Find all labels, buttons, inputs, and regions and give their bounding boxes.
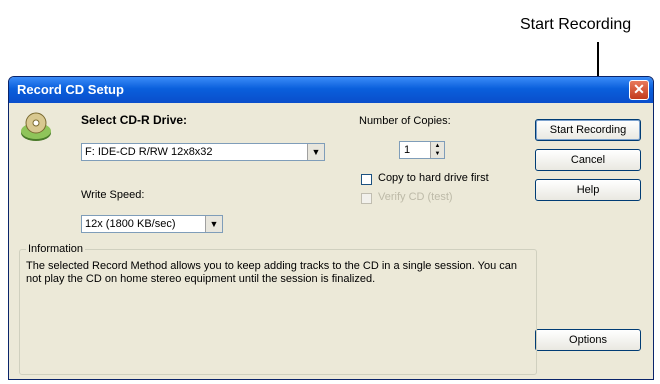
- close-button[interactable]: ✕: [629, 80, 649, 100]
- options-button[interactable]: Options: [535, 329, 641, 351]
- chevron-down-icon[interactable]: ▼: [205, 216, 222, 232]
- copies-value: 1: [404, 144, 411, 156]
- information-group: Information The selected Record Method a…: [19, 243, 537, 375]
- record-cd-setup-dialog: Record CD Setup ✕ Select CD-R Drive: F: …: [8, 76, 654, 380]
- verify-checkbox: [361, 193, 372, 204]
- chevron-down-icon[interactable]: ▼: [431, 150, 444, 158]
- verify-label: Verify CD (test): [378, 191, 453, 203]
- drive-label: Select CD-R Drive:: [81, 113, 188, 127]
- help-button[interactable]: Help: [535, 179, 641, 201]
- cd-drive-icon: [21, 112, 51, 141]
- chevron-down-icon[interactable]: ▼: [307, 144, 324, 160]
- copies-label: Number of Copies:: [359, 115, 451, 127]
- speed-select[interactable]: 12x (1800 KB/sec) ▼: [81, 215, 223, 233]
- copy-to-hard-drive-checkbox[interactable]: [361, 174, 372, 185]
- drive-select-value: F: IDE-CD R/RW 12x8x32: [85, 146, 213, 158]
- title-bar[interactable]: Record CD Setup ✕: [9, 77, 653, 103]
- information-title: Information: [26, 243, 86, 255]
- speed-select-value: 12x (1800 KB/sec): [85, 218, 176, 230]
- cancel-button[interactable]: Cancel: [535, 149, 641, 171]
- speed-label: Write Speed:: [81, 189, 145, 201]
- chevron-up-icon[interactable]: ▲: [431, 142, 444, 150]
- copies-stepper[interactable]: 1 ▲ ▼: [399, 141, 445, 159]
- stepper-buttons[interactable]: ▲ ▼: [430, 142, 444, 158]
- drive-select[interactable]: F: IDE-CD R/RW 12x8x32 ▼: [81, 143, 325, 161]
- callout-label: Start Recording: [520, 16, 632, 33]
- information-text: The selected Record Method allows you to…: [26, 260, 518, 285]
- window-title: Record CD Setup: [17, 82, 124, 97]
- start-recording-button[interactable]: Start Recording: [535, 119, 641, 141]
- copy-to-hard-drive-label: Copy to hard drive first: [378, 172, 489, 184]
